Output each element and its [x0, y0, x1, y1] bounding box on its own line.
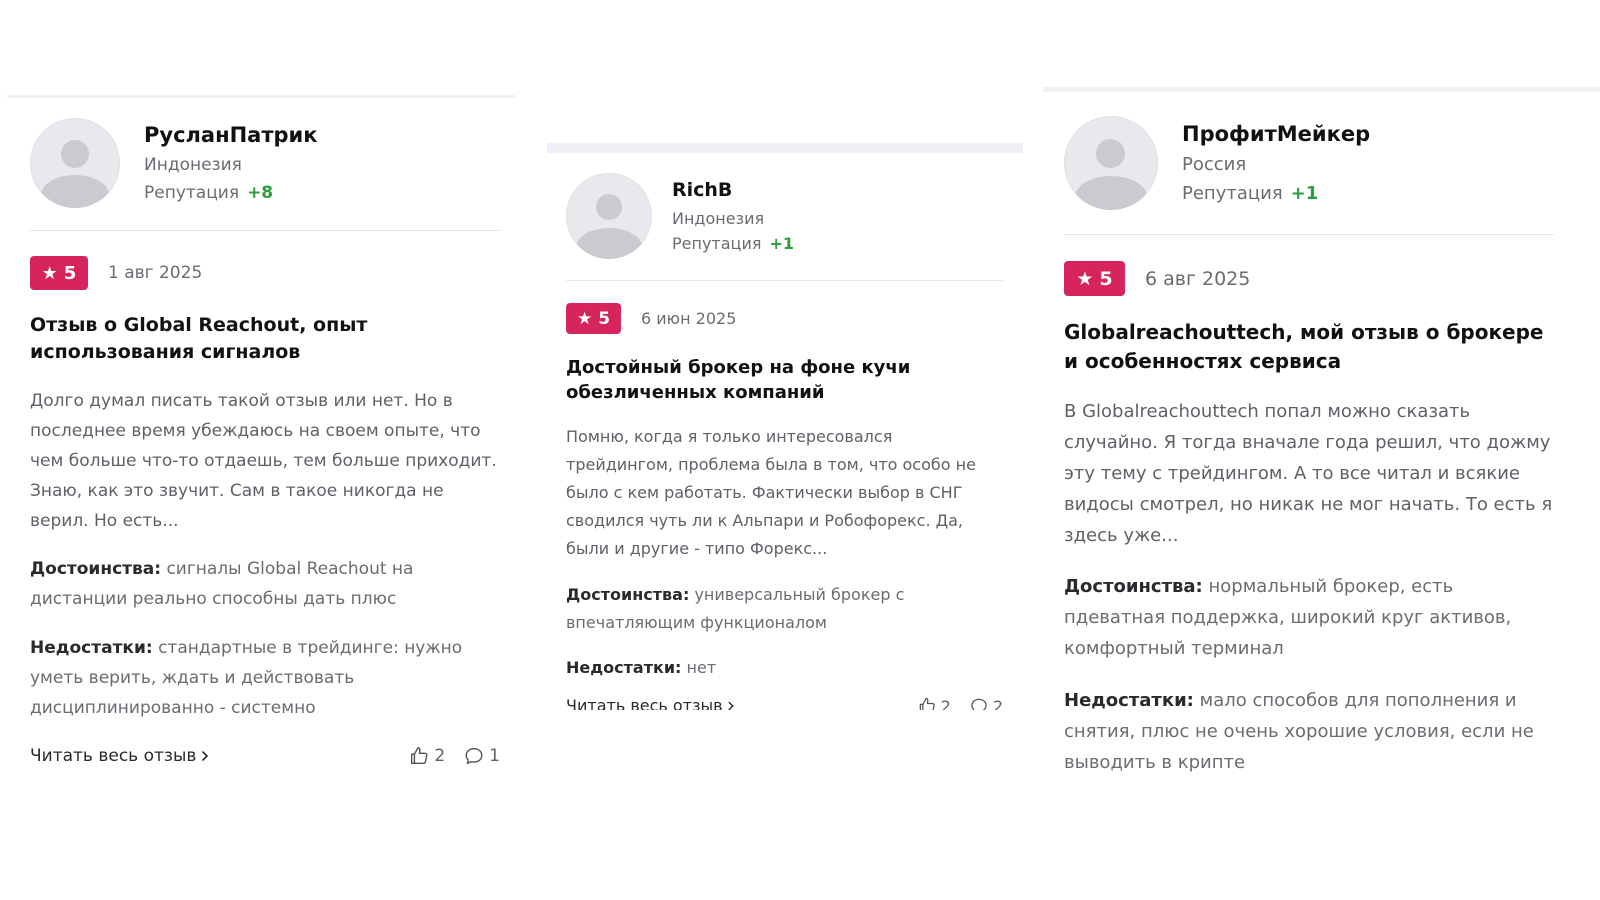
- reputation-label: Репутация: [672, 234, 762, 253]
- rating-badge: ★ 5: [1064, 261, 1125, 296]
- comment-count: 2: [992, 696, 1003, 711]
- review-text: Долго думал писать такой отзыв или нет. …: [30, 391, 497, 531]
- review-title[interactable]: Отзыв о Global Reachout, опыт использова…: [30, 312, 500, 366]
- avatar[interactable]: [30, 118, 120, 208]
- cons-label: Недостатки:: [566, 658, 682, 677]
- review-text: Помню, когда я только интересовался трей…: [566, 427, 976, 558]
- read-all-label: Читать весь отзыв: [30, 746, 197, 766]
- review-card: RichB Индонезия Репутация +1 ★ 5 6 июн 202…: [547, 143, 1023, 770]
- like-count: 2: [940, 696, 951, 711]
- comment-button[interactable]: 1: [463, 745, 500, 767]
- rating-value: 5: [1099, 267, 1113, 290]
- star-icon: ★: [1076, 267, 1094, 290]
- comment-button[interactable]: 2: [969, 696, 1003, 710]
- reputation-value: +1: [769, 234, 795, 253]
- pros-label: Достоинства:: [566, 585, 690, 604]
- comment-count: 1: [489, 746, 500, 766]
- review-pros: Достоинства: универсальный брокер с впеч…: [566, 581, 1003, 637]
- like-button[interactable]: 2: [917, 696, 951, 710]
- read-all-label: Читать весь отзыв: [566, 696, 723, 710]
- divider: [566, 280, 1003, 281]
- pros-label: Достоинства:: [1064, 576, 1203, 597]
- review-author: RichB Индонезия Репутация +1: [566, 173, 1003, 259]
- author-name[interactable]: ПрофитМейкер: [1182, 122, 1370, 146]
- review-date: 6 июн 2025: [641, 309, 737, 328]
- star-icon: ★: [576, 308, 593, 329]
- review-cons: Недостатки: мало способов для пополнения…: [1064, 685, 1554, 778]
- author-country: Индонезия: [144, 155, 242, 175]
- cons-text: нет: [686, 658, 717, 677]
- avatar-body: [576, 228, 642, 259]
- avatar-body: [41, 175, 109, 208]
- review-pros: Достоинства: сигналы Global Reachout на …: [30, 554, 500, 614]
- divider: [1064, 234, 1554, 235]
- review-author: ПрофитМейкер Россия Репутация +1: [1064, 116, 1554, 210]
- chevron-right-icon: [202, 751, 209, 761]
- user-placeholder-icon: [596, 194, 622, 220]
- read-full-review-link[interactable]: Читать весь отзыв: [30, 746, 214, 766]
- reputation-value: +8: [247, 183, 274, 203]
- chevron-right-icon: [728, 701, 734, 710]
- author-reputation: Репутация +1: [672, 234, 794, 253]
- review-pros: Достоинства: нормальный брокер, есть пде…: [1064, 571, 1554, 664]
- comment-icon: [971, 698, 987, 710]
- author-country: Индонезия: [672, 209, 765, 228]
- review-title[interactable]: Достойный брокер на фоне кучи обезличенн…: [566, 355, 1003, 405]
- read-full-review-link[interactable]: Читать весь отзыв: [566, 696, 739, 710]
- review-card: ПрофитМейкер Россия Репутация +1 ★ 5 6 авг…: [1043, 87, 1600, 805]
- avatar[interactable]: [566, 173, 652, 259]
- review-text: В Globalreachouttech попал можно сказать…: [1064, 401, 1553, 546]
- thumbs-up-icon: [919, 697, 935, 710]
- like-button[interactable]: 2: [408, 745, 445, 767]
- review-date: 1 авг 2025: [108, 263, 203, 283]
- rating-value: 5: [63, 262, 77, 284]
- avatar[interactable]: [1064, 116, 1158, 210]
- author-reputation: Репутация +1: [1182, 183, 1370, 204]
- author-reputation: Репутация +8: [144, 183, 318, 203]
- review-card: РусланПатрик Индонезия Репутация +8 ★ 5 1 …: [7, 95, 515, 798]
- user-placeholder-icon: [61, 140, 89, 168]
- review-title[interactable]: Globalreachouttech, мой отзыв о брокере …: [1064, 318, 1554, 376]
- review-author: РусланПатрик Индонезия Репутация +8: [30, 118, 500, 208]
- avatar-body: [1075, 176, 1147, 210]
- comment-icon: [465, 747, 483, 765]
- user-placeholder-icon: [1096, 139, 1125, 168]
- review-cons: Недостатки: стандартные в трейдинге: нуж…: [30, 633, 500, 723]
- reputation-label: Репутация: [144, 183, 240, 203]
- pros-label: Достоинства:: [30, 559, 162, 579]
- divider: [30, 230, 500, 231]
- cons-label: Недостатки:: [1064, 690, 1194, 711]
- cons-label: Недостатки:: [30, 638, 153, 658]
- reputation-value: +1: [1290, 183, 1319, 204]
- rating-value: 5: [598, 308, 611, 329]
- review-footer: Читать весь отзыв 2 1: [30, 745, 500, 767]
- reputation-label: Репутация: [1182, 183, 1283, 204]
- review-cons: Недостатки: нет: [566, 654, 1003, 682]
- review-date: 6 авг 2025: [1145, 267, 1251, 290]
- author-name[interactable]: РусланПатрик: [144, 123, 318, 147]
- thumbs-up-icon: [411, 747, 428, 765]
- review-footer: Читать весь отзыв 2 2: [566, 696, 1003, 710]
- author-country: Россия: [1182, 154, 1247, 175]
- rating-badge: ★ 5: [566, 303, 621, 334]
- author-name[interactable]: RichB: [672, 179, 794, 201]
- like-count: 2: [434, 746, 446, 766]
- star-icon: ★: [41, 262, 58, 284]
- rating-badge: ★ 5: [30, 256, 88, 290]
